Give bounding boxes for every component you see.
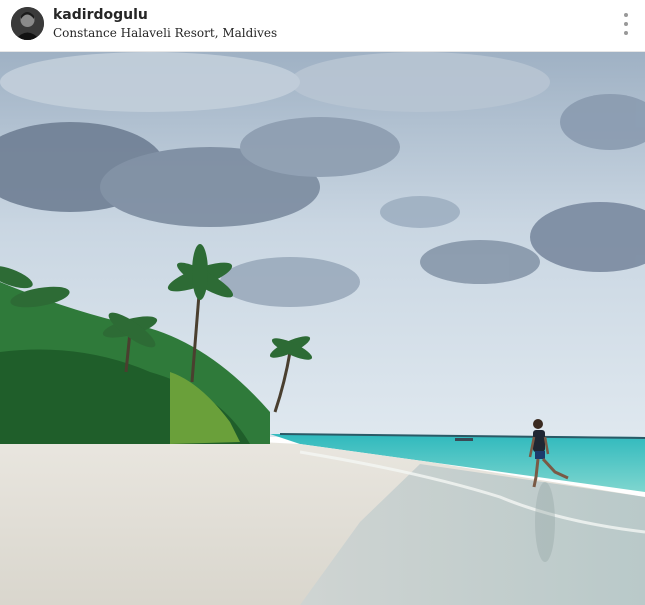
post-photo[interactable] (0, 52, 645, 605)
post-header: kadirdogulu Constance Halaveli Resort, M… (0, 0, 645, 52)
avatar[interactable] (11, 7, 44, 40)
more-options-icon[interactable] (621, 13, 631, 35)
boat (455, 438, 473, 441)
location-link[interactable]: Constance Halaveli Resort, Maldives (53, 25, 277, 41)
username-link[interactable]: kadirdogulu (53, 7, 148, 24)
